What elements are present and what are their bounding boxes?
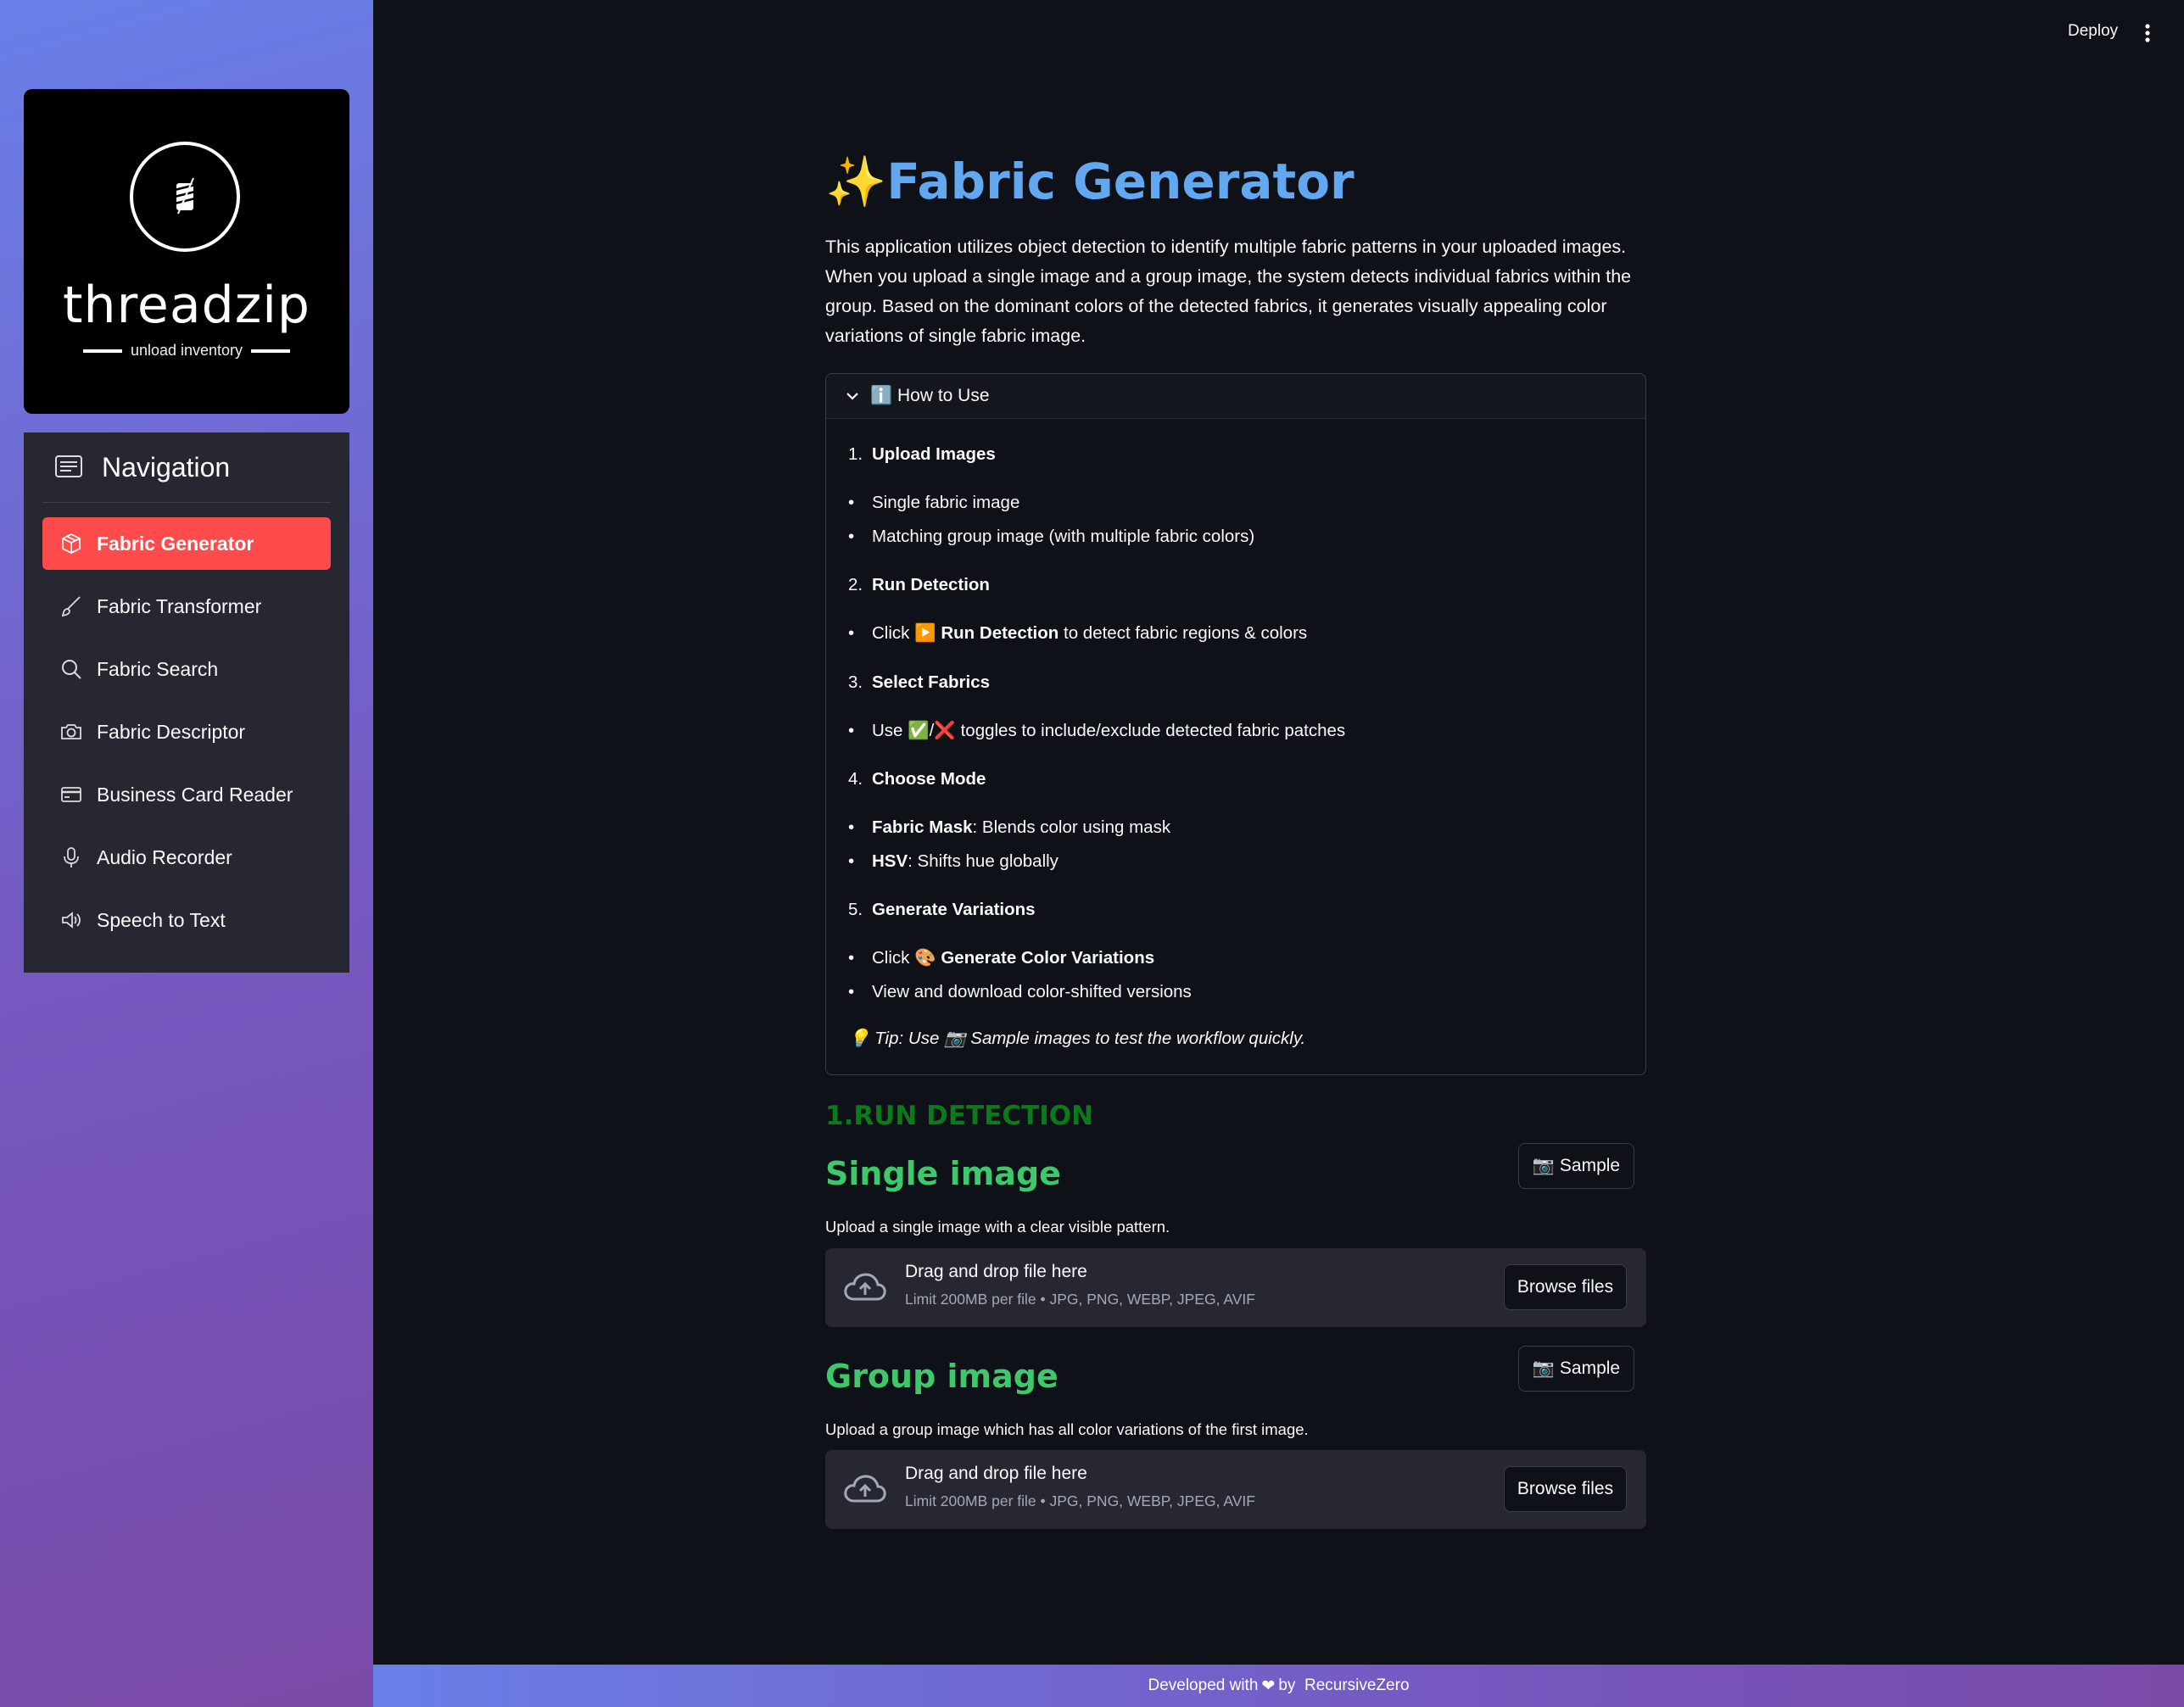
step-3: 3. Select Fabrics — [848, 672, 991, 692]
step-4: 4. Choose Mode — [848, 769, 986, 789]
sidebar-item-speech-to-text[interactable]: Speech to Text — [42, 894, 331, 946]
list-item: • Use ✅/❌ toggles to include/exclude dete… — [848, 721, 1346, 740]
expander-header[interactable]: ℹ️ How to Use — [826, 374, 1645, 419]
sidebar-item-business-card-reader[interactable]: Business Card Reader — [42, 768, 331, 821]
sparkles-icon: ✨ — [825, 153, 887, 210]
list-item: • Click 🎨 Generate Color Variations — [848, 948, 1155, 968]
deploy-button[interactable]: Deploy — [2068, 22, 2118, 41]
nav-header: Navigation — [42, 432, 331, 503]
how-to-use-expander: ℹ️ How to Use 1. Upload Images • Single fa… — [825, 373, 1646, 1075]
page-title: ✨Fabric Generator — [825, 153, 1355, 210]
expander-label: ℹ️ How to Use — [870, 386, 990, 405]
group-image-caption: Upload a group image which has all color… — [825, 1420, 1309, 1438]
heart-icon: ❤ — [1261, 1676, 1276, 1695]
search-icon — [62, 660, 81, 679]
list-item: • HSV: Shifts hue globally — [848, 851, 1058, 871]
dropzone-limit: Limit 200MB per file • JPG, PNG, WEBP, J… — [905, 1492, 1255, 1509]
group-browse-button[interactable]: Browse files — [1504, 1466, 1627, 1512]
brush-icon — [61, 596, 81, 617]
group-image-heading: Group image — [825, 1358, 1058, 1395]
single-image-heading: Single image — [825, 1155, 1061, 1192]
speaker-icon — [62, 912, 81, 929]
camera-icon — [61, 724, 81, 739]
spool-icon — [130, 142, 240, 252]
sidebar-item-audio-recorder[interactable]: Audio Recorder — [42, 831, 331, 884]
cloud-upload-icon — [844, 1475, 886, 1503]
menu-list-icon — [55, 455, 82, 477]
brand-name: threadzip — [63, 276, 310, 335]
footer: Developed with ❤ by RecursiveZero — [373, 1665, 2184, 1707]
list-item: • View and download color-shifted version… — [848, 982, 1192, 1001]
navigation-menu: Navigation Fabric Generator Fabric Trans… — [24, 432, 349, 973]
single-image-caption: Upload a single image with a clear visib… — [825, 1218, 1170, 1236]
sidebar-item-fabric-transformer[interactable]: Fabric Transformer — [42, 580, 331, 633]
sidebar-item-fabric-search[interactable]: Fabric Search — [42, 643, 331, 695]
dropzone-title: Drag and drop file here — [905, 1464, 1087, 1483]
cloud-upload-icon — [844, 1273, 886, 1301]
group-image-uploader[interactable]: Drag and drop file here Limit 200MB per … — [825, 1450, 1646, 1529]
step-5: 5. Generate Variations — [848, 900, 1036, 919]
list-item: • Single fabric image — [848, 493, 1020, 512]
credit-card-icon — [61, 787, 81, 802]
dropzone-title: Drag and drop file here — [905, 1262, 1087, 1281]
single-sample-button[interactable]: 📷 Sample — [1518, 1143, 1634, 1189]
group-sample-button[interactable]: 📷 Sample — [1518, 1346, 1634, 1392]
list-item: • Click ▶️ Run Detection to detect fabric… — [848, 623, 1308, 643]
sidebar-item-fabric-generator[interactable]: Fabric Generator — [42, 517, 331, 570]
run-detection-heading: 1.RUN DETECTION — [825, 1101, 1094, 1131]
nav-title: Navigation — [102, 451, 231, 483]
single-browse-button[interactable]: Browse files — [1504, 1264, 1627, 1310]
dropzone-limit: Limit 200MB per file • JPG, PNG, WEBP, J… — [905, 1291, 1255, 1308]
microphone-icon — [64, 847, 79, 867]
brand-logo: threadzip unload inventory — [24, 89, 349, 414]
box-icon — [62, 533, 81, 555]
step-1: 1. Upload Images — [848, 444, 996, 464]
chevron-down-icon — [846, 393, 858, 400]
list-item: • Matching group image (with multiple fab… — [848, 527, 1255, 546]
single-image-uploader[interactable]: Drag and drop file here Limit 200MB per … — [825, 1248, 1646, 1327]
intro-text: This application utilizes object detecti… — [825, 237, 1632, 346]
step-2: 2. Run Detection — [848, 575, 990, 594]
author-name: RecursiveZero — [1304, 1676, 1410, 1694]
sidebar: threadzip unload inventory Navigation Fa… — [0, 0, 373, 1707]
sidebar-item-fabric-descriptor[interactable]: Fabric Descriptor — [42, 706, 331, 758]
list-item: • Fabric Mask: Blends color using mask — [848, 817, 1171, 837]
more-options-icon[interactable] — [2139, 20, 2156, 46]
tip-text: 💡 Tip: Use 📷 Sample images to test the w… — [848, 1029, 1306, 1048]
brand-tagline: unload inventory — [24, 342, 349, 360]
